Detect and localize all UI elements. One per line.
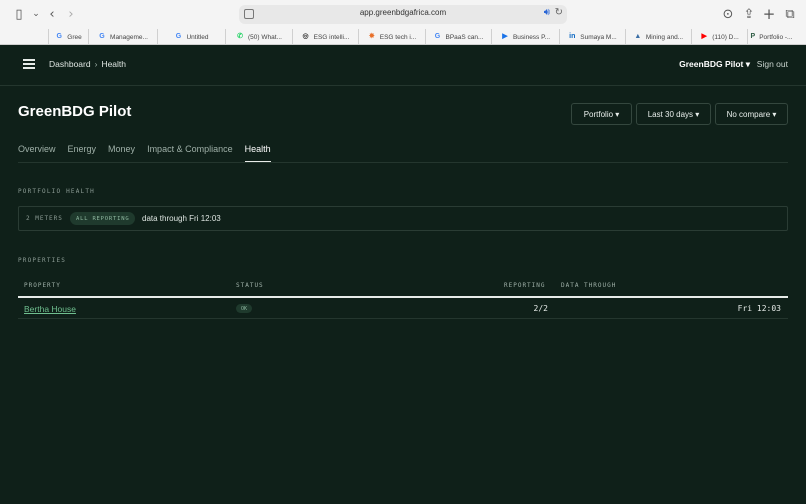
browser-tab[interactable]: ✆ (50) What... bbox=[225, 29, 292, 45]
browser-tab-label: Gree bbox=[67, 33, 82, 41]
reporting-value: 2/2 bbox=[533, 304, 548, 313]
chevron-down-icon[interactable]: ⌄ bbox=[28, 6, 44, 22]
browser-tab[interactable]: ▶ (110) D... bbox=[691, 29, 747, 45]
compare-dropdown[interactable]: No compare ▾ bbox=[715, 103, 788, 125]
browser-tab-label: Sumaya M... bbox=[580, 33, 617, 41]
tab-money[interactable]: Money bbox=[108, 144, 135, 162]
tab-energy[interactable]: Energy bbox=[68, 144, 97, 162]
account-menu[interactable]: GreenBDG Pilot ▾ bbox=[679, 59, 750, 70]
menu-icon[interactable] bbox=[23, 59, 35, 69]
browser-tab[interactable]: ◎ ESG intelli... bbox=[292, 29, 358, 45]
star-icon: ✸ bbox=[368, 33, 375, 40]
breadcrumb: Dashboard › Health bbox=[49, 59, 126, 69]
column-header-status[interactable]: STATUS bbox=[236, 282, 264, 289]
data-through-value: Fri 12:03 bbox=[737, 304, 781, 313]
tabs-divider bbox=[18, 162, 788, 163]
breadcrumb-health: Health bbox=[101, 59, 127, 69]
reload-icon[interactable]: ↻ bbox=[555, 7, 563, 18]
breadcrumb-dashboard[interactable]: Dashboard bbox=[49, 59, 91, 69]
new-tab-icon[interactable]: + bbox=[761, 5, 777, 23]
property-link[interactable]: Bertha House bbox=[24, 304, 76, 314]
browser-tab[interactable]: G Manageme... bbox=[88, 29, 157, 45]
google-icon: G bbox=[434, 33, 441, 40]
browser-tab-label: Mining and... bbox=[645, 33, 684, 41]
browser-tab[interactable]: G BPaaS can... bbox=[425, 29, 491, 45]
tab-health[interactable]: Health bbox=[244, 144, 271, 163]
back-icon[interactable]: ‹ bbox=[44, 6, 60, 22]
url-text: app.greenbdgafrica.com bbox=[359, 8, 447, 17]
portfolio-health-card: 2 METERS ALL REPORTING data through Fri … bbox=[18, 206, 788, 231]
play-icon: ▶ bbox=[502, 33, 508, 40]
google-icon: G bbox=[99, 33, 105, 40]
portfolio-health-heading: PORTFOLIO HEALTH bbox=[18, 188, 95, 195]
sidebar-toggle-icon[interactable]: ▯ bbox=[11, 6, 27, 22]
tab-bar: G Gree G Manageme... G Untitled ✆ (50) What... ◎… bbox=[0, 29, 806, 45]
linkedin-icon: in bbox=[569, 33, 576, 40]
portfolio-dropdown[interactable]: Portfolio ▾ bbox=[571, 103, 632, 125]
browser-tab-label: Business P... bbox=[512, 33, 551, 41]
sign-out-link[interactable]: Sign out bbox=[757, 59, 788, 69]
status-badge: OK bbox=[236, 304, 253, 313]
browser-tab[interactable]: ▶ Business P... bbox=[491, 29, 559, 45]
all-reporting-badge: ALL REPORTING bbox=[70, 212, 136, 225]
address-bar[interactable]: app.greenbdgafrica.com 🔊︎ ↻ bbox=[239, 5, 567, 24]
section-tabs: Overview Energy Money Impact & Compliance He… bbox=[18, 144, 283, 163]
share-icon[interactable]: ⇪ bbox=[741, 6, 757, 22]
browser-tab-label: ESG intelli... bbox=[313, 33, 350, 41]
globe-icon: ◎ bbox=[302, 33, 309, 40]
properties-heading: PROPERTIES bbox=[18, 257, 67, 264]
browser-tab[interactable]: ▲ Mining and... bbox=[625, 29, 691, 45]
tab-impact-compliance[interactable]: Impact & Compliance bbox=[147, 144, 233, 162]
browser-tab[interactable]: P Portfolio -... bbox=[747, 29, 795, 45]
browser-tab[interactable]: in Sumaya M... bbox=[559, 29, 625, 45]
column-header-property[interactable]: PROPERTY bbox=[24, 282, 61, 289]
page-title: GreenBDG Pilot bbox=[18, 103, 132, 120]
column-header-data-through[interactable]: DATA THROUGH bbox=[561, 282, 616, 289]
portfolio-icon: P bbox=[750, 33, 756, 40]
date-range-dropdown[interactable]: Last 30 days ▾ bbox=[636, 103, 711, 125]
data-through-text: data through Fri 12:03 bbox=[142, 214, 221, 223]
table-row[interactable]: Bertha House OK 2/2 Fri 12:03 bbox=[18, 298, 788, 319]
google-icon: G bbox=[175, 33, 182, 40]
mountain-icon: ▲ bbox=[634, 33, 642, 40]
browser-tab[interactable]: G Untitled bbox=[157, 29, 225, 45]
tab-overview[interactable]: Overview bbox=[18, 144, 56, 162]
browser-chrome: ▯ ⌄ ‹ › app.greenbdgafrica.com 🔊︎ ↻ ⊙ ⇪ … bbox=[0, 0, 806, 45]
downloads-icon[interactable]: ⊙ bbox=[720, 6, 736, 22]
breadcrumb-separator: › bbox=[94, 59, 98, 69]
browser-tab-label: Manageme... bbox=[110, 33, 148, 41]
browser-tab-label: Untitled bbox=[186, 33, 209, 41]
youtube-icon: ▶ bbox=[701, 33, 707, 40]
column-header-reporting[interactable]: REPORTING bbox=[504, 282, 546, 289]
forward-icon[interactable]: › bbox=[63, 6, 79, 22]
browser-toolbar: ▯ ⌄ ‹ › app.greenbdgafrica.com 🔊︎ ↻ ⊙ ⇪ … bbox=[0, 0, 806, 29]
tab-overview-icon[interactable]: ⧉ bbox=[782, 6, 798, 22]
browser-tab-label: (50) What... bbox=[248, 33, 282, 41]
meters-count: 2 METERS bbox=[26, 215, 63, 222]
browser-tab[interactable]: ✸ ESG tech i... bbox=[358, 29, 425, 45]
speaker-icon[interactable]: 🔊︎ bbox=[544, 7, 550, 18]
browser-tab[interactable]: G Gree bbox=[48, 29, 88, 45]
whatsapp-icon: ✆ bbox=[237, 33, 243, 40]
google-icon: G bbox=[56, 33, 62, 40]
browser-tab-label: ESG tech i... bbox=[379, 33, 417, 41]
browser-tab-label: BPaaS can... bbox=[445, 33, 484, 41]
browser-tab-label: (110) D... bbox=[712, 33, 739, 41]
browser-tab-label: Portfolio -... bbox=[759, 33, 793, 41]
app-header: Dashboard › Health GreenBDG Pilot ▾ Sign o… bbox=[0, 45, 806, 86]
